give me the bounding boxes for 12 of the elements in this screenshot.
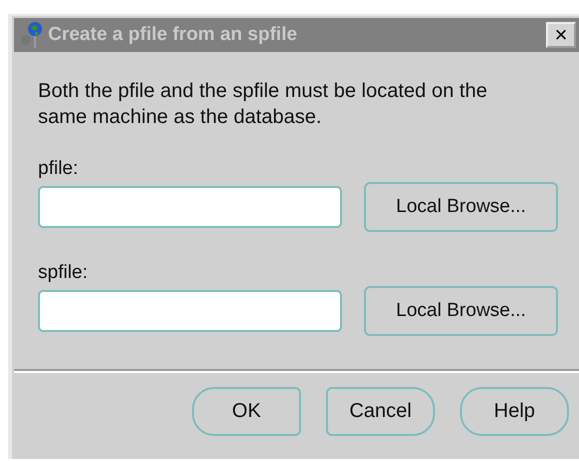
browse-button[interactable]: Local Browse... [364,182,558,232]
text-field[interactable] [38,290,342,332]
instruction-text: Both the pfile and the spfile must be located on the same machine as the database. [38,79,488,130]
browse-button[interactable]: Local Browse... [364,286,558,336]
dialog-button[interactable]: Cancel [326,387,435,436]
dialog-button[interactable]: Help [460,387,569,436]
text-field[interactable] [38,186,342,228]
field-label: pfile: [38,158,80,180]
close-button[interactable]: × [546,22,576,48]
window-title: Create a pfile from an spfile [48,24,298,46]
dialog-button[interactable]: OK [192,387,301,436]
field-label: spfile: [38,262,89,284]
